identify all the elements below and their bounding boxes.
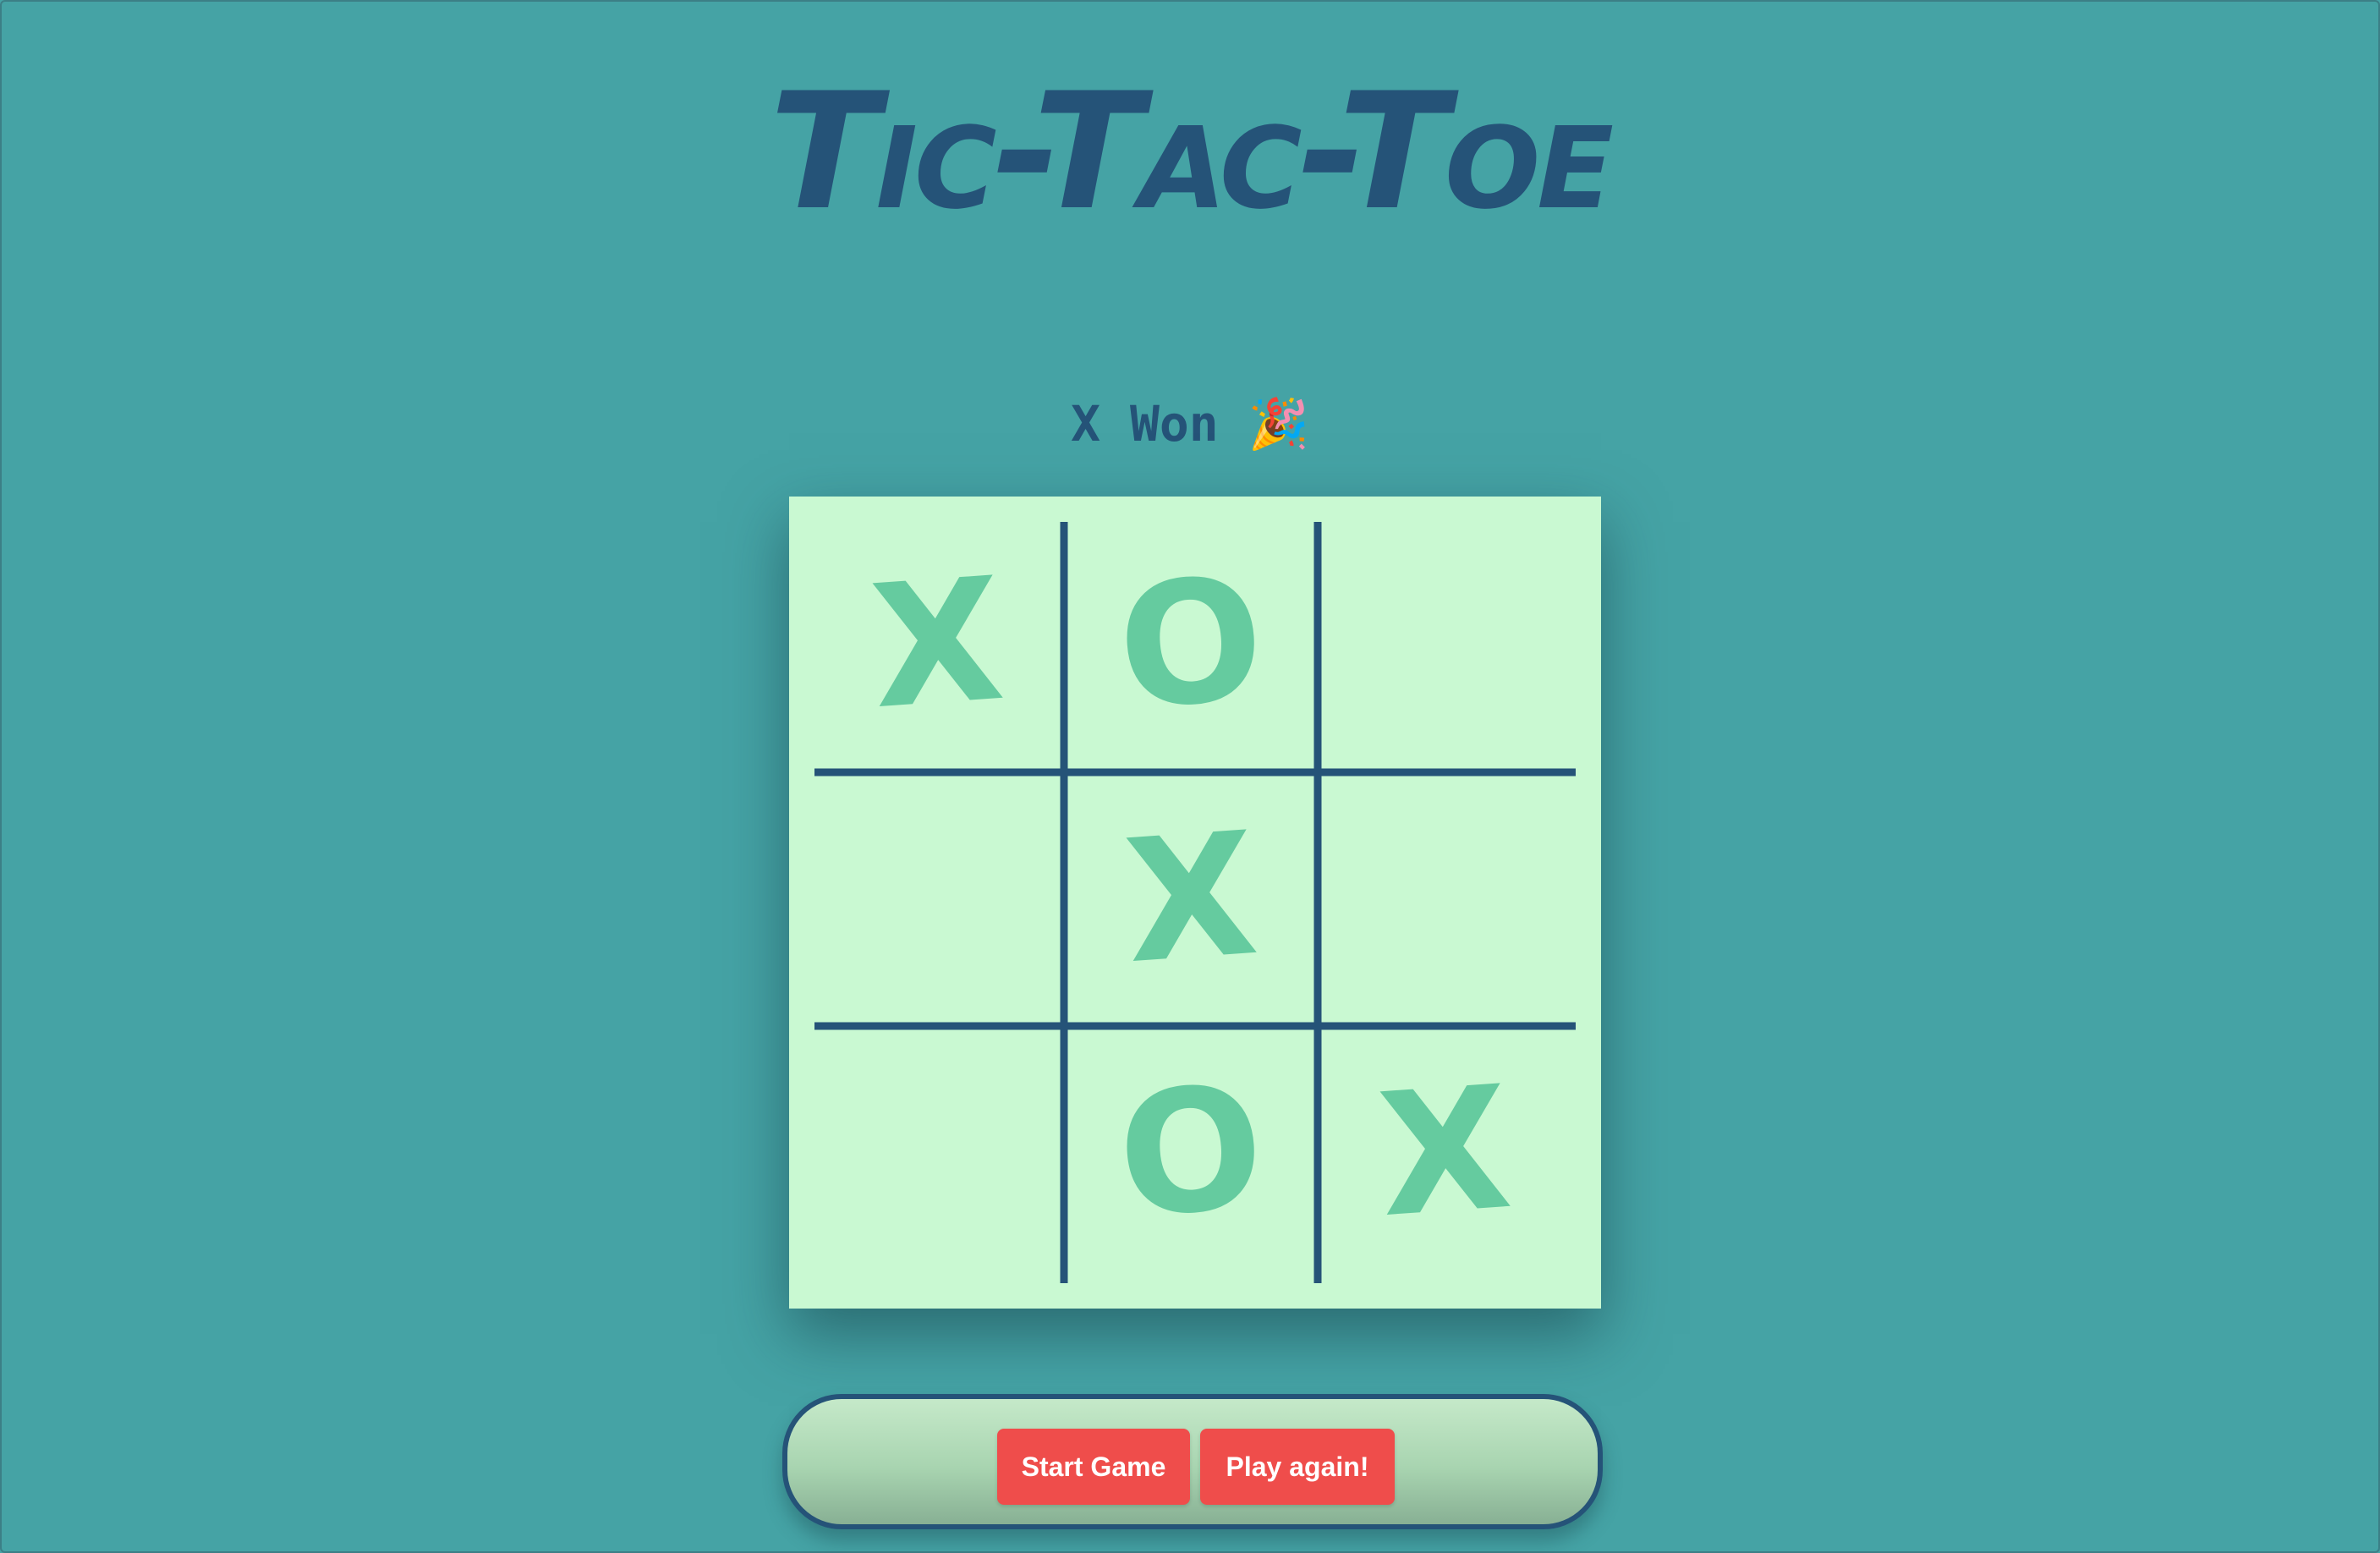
board-cell-4[interactable] [814, 776, 1060, 1022]
board-cell-6[interactable] [1322, 776, 1567, 1022]
cell-mark: X [864, 541, 1009, 748]
board-cell-9[interactable]: X [1322, 1030, 1567, 1276]
board-cell-3[interactable] [1322, 522, 1567, 767]
controls-panel: Start Game Play again! [782, 1394, 1603, 1529]
party-popper-icon: 🎉 [1248, 395, 1309, 453]
board-cell-7[interactable] [814, 1030, 1060, 1276]
cell-mark: O [1112, 541, 1270, 748]
start-game-button[interactable]: Start Game [997, 1429, 1190, 1505]
board-cell-1[interactable]: X [814, 522, 1060, 767]
game-board: X O X O X [789, 497, 1601, 1309]
board-cell-8[interactable]: O [1068, 1030, 1313, 1276]
cell-mark: X [1118, 795, 1263, 1002]
page-title: Tic-Tac-Toe [769, 58, 1614, 245]
cell-mark: X [1372, 1049, 1516, 1256]
play-again-button[interactable]: Play again! [1200, 1429, 1395, 1505]
game-status: X Won 🎉 [0, 387, 2380, 460]
cell-mark: O [1112, 1049, 1270, 1256]
status-text: X Won [1071, 395, 1219, 453]
board-cell-2[interactable]: O [1068, 522, 1313, 767]
board-cell-5[interactable]: X [1068, 776, 1313, 1022]
